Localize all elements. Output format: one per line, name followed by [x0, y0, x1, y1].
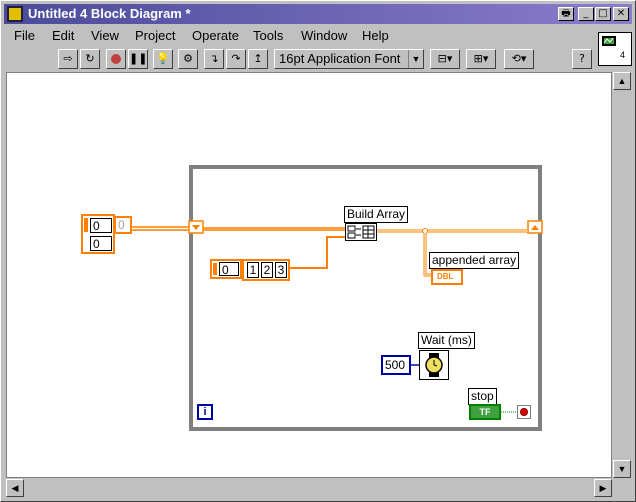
menu-help[interactable]: Help: [362, 28, 389, 43]
block-diagram-canvas[interactable]: 0 0 0 0 1 2 3 Build Array appended array…: [6, 72, 612, 478]
stop-sign-icon: [520, 408, 528, 416]
indicator-type: DBL: [437, 272, 454, 281]
scroll-down-icon[interactable]: ▼: [613, 460, 631, 478]
highlight-execution-icon[interactable]: 💡: [153, 49, 173, 69]
wait-node[interactable]: [419, 350, 449, 380]
scroll-right-icon[interactable]: ▶: [594, 479, 612, 497]
build-array-icon: [347, 225, 375, 239]
array-123-constant[interactable]: 1 2 3: [242, 259, 290, 281]
print-button[interactable]: 🖶: [558, 7, 574, 21]
iteration-label: i: [203, 406, 207, 418]
close-button[interactable]: ✕: [613, 7, 629, 21]
labview-app-icon: [7, 6, 23, 22]
chevron-down-icon: ▼: [408, 50, 423, 68]
distribute-objects-icon[interactable]: ⊞▾: [466, 49, 496, 69]
menu-tools[interactable]: Tools: [253, 28, 283, 43]
vertical-scrollbar[interactable]: ▲ ▼: [613, 72, 631, 478]
array-value-0[interactable]: 1: [247, 262, 259, 278]
wait-constant[interactable]: 500: [381, 355, 411, 375]
menu-view[interactable]: View: [91, 28, 119, 43]
font-selector[interactable]: 16pt Application Font ▼: [274, 49, 424, 69]
array-value-2[interactable]: 3: [275, 262, 287, 278]
appended-array-label: appended array: [429, 252, 520, 269]
vi-icon-number: 4: [620, 50, 626, 60]
build-array-node[interactable]: [345, 223, 377, 241]
loop-condition-terminal[interactable]: [517, 405, 531, 419]
array-value-1[interactable]: 2: [261, 262, 273, 278]
maximize-button[interactable]: □: [595, 7, 611, 21]
array-element-1[interactable]: 0: [90, 236, 112, 251]
scroll-left-icon[interactable]: ◀: [6, 479, 24, 497]
scroll-up-icon[interactable]: ▲: [613, 72, 631, 90]
array-element-0[interactable]: 0: [90, 218, 112, 233]
horizontal-scrollbar[interactable]: ◀ ▶: [6, 479, 612, 497]
array-index-value: 0: [118, 218, 128, 232]
stop-label: stop: [468, 388, 497, 405]
step-into-icon[interactable]: ↴: [204, 49, 224, 69]
stop-type: TF: [479, 407, 491, 417]
array-constant[interactable]: 0 0: [81, 214, 115, 254]
retain-wire-values-icon[interactable]: ⚙: [178, 49, 198, 69]
align-objects-icon[interactable]: ⊟▾: [430, 49, 460, 69]
index-control[interactable]: 0: [210, 259, 242, 279]
font-selector-label: 16pt Application Font: [279, 51, 401, 66]
minimize-button[interactable]: _: [578, 7, 594, 21]
run-arrow-icon[interactable]: ⇨: [58, 49, 78, 69]
step-over-icon[interactable]: ↷: [226, 49, 246, 69]
resize-grip[interactable]: [613, 479, 631, 497]
stop-terminal[interactable]: TF: [469, 404, 501, 420]
menu-operate[interactable]: Operate: [192, 28, 239, 43]
abort-icon[interactable]: [106, 49, 126, 69]
menu-file[interactable]: File: [14, 28, 35, 43]
watch-icon: [425, 353, 443, 377]
menu-project[interactable]: Project: [135, 28, 175, 43]
menu-edit[interactable]: Edit: [52, 28, 74, 43]
step-out-icon[interactable]: ↥: [248, 49, 268, 69]
build-array-label: Build Array: [344, 206, 409, 223]
labview-window: Untitled 4 Block Diagram * 🖶 _ □ ✕ File …: [0, 0, 636, 502]
vi-icon[interactable]: 4: [598, 32, 632, 66]
run-continuously-icon[interactable]: ↻: [80, 49, 100, 69]
menu-window[interactable]: Window: [301, 28, 347, 43]
context-help-button[interactable]: ?: [572, 49, 592, 69]
toolbar: ⇨ ↻ ❚❚ 💡 ⚙ ↴ ↷ ↥ 16pt Application Font ▼…: [4, 47, 598, 71]
iteration-terminal[interactable]: i: [197, 404, 213, 420]
title-bar[interactable]: Untitled 4 Block Diagram * 🖶 _ □ ✕: [4, 4, 632, 24]
window-title: Untitled 4 Block Diagram *: [28, 6, 191, 21]
wait-label: Wait (ms): [418, 332, 475, 349]
appended-array-indicator[interactable]: DBL: [431, 269, 463, 285]
reorder-icon[interactable]: ⟲▾: [504, 49, 534, 69]
pause-icon[interactable]: ❚❚: [128, 49, 148, 69]
array-index-display[interactable]: 0: [114, 216, 132, 234]
menu-bar: File Edit View Project Operate Tools Win…: [4, 26, 632, 46]
index-value[interactable]: 0: [219, 262, 239, 277]
